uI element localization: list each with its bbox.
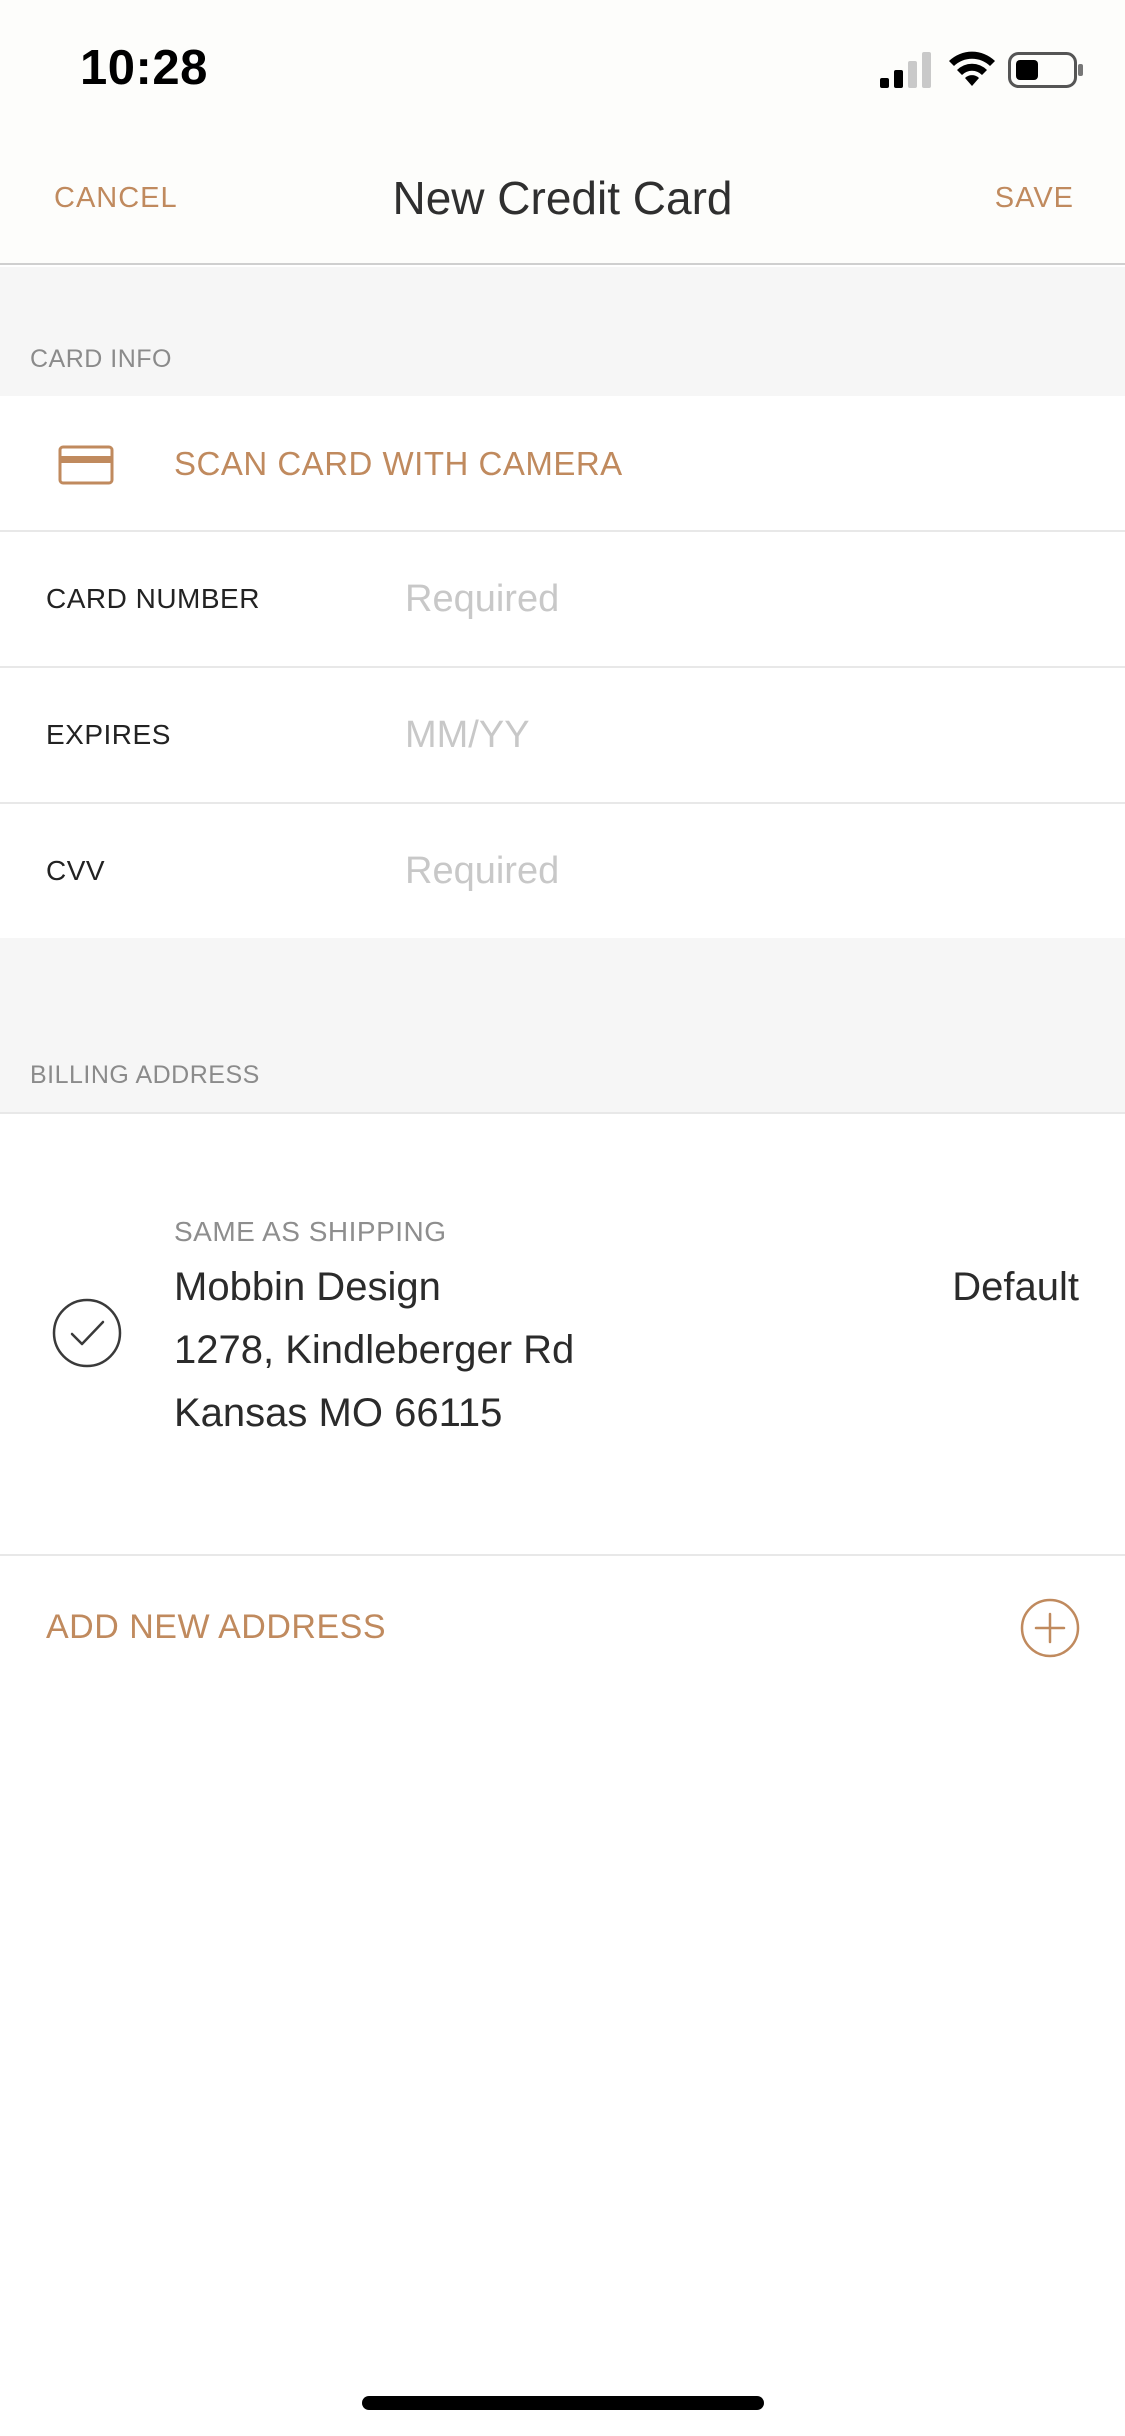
billing-address-label: BILLING ADDRESS bbox=[30, 1061, 260, 1089]
plus-circle-icon[interactable] bbox=[1020, 1598, 1080, 1658]
checkmark-circle-icon[interactable] bbox=[52, 1298, 122, 1368]
save-button[interactable]: SAVE bbox=[995, 132, 1074, 265]
expires-label: EXPIRES bbox=[46, 719, 171, 750]
add-new-address-button[interactable]: ADD NEW ADDRESS bbox=[46, 1556, 386, 1698]
credit-card-icon bbox=[58, 445, 114, 485]
card-number-input[interactable] bbox=[405, 532, 1085, 666]
same-as-shipping-label: SAME AS SHIPPING bbox=[174, 1216, 447, 1247]
cancel-button[interactable]: CANCEL bbox=[54, 132, 178, 265]
wifi-icon bbox=[949, 51, 995, 86]
scan-card-button[interactable]: SCAN CARD WITH CAMERA bbox=[174, 396, 623, 532]
billing-section-header: BILLING ADDRESS bbox=[0, 938, 1125, 1112]
new-credit-card-screen: 10:28 CANCEL New Credit Card SAVE CARD I… bbox=[0, 0, 1125, 2436]
default-badge: Default bbox=[952, 1265, 1079, 1309]
home-indicator[interactable] bbox=[362, 2396, 764, 2410]
status-time: 10:28 bbox=[80, 41, 208, 95]
card-info-section-header: CARD INFO bbox=[0, 267, 1125, 396]
card-info-label: CARD INFO bbox=[30, 345, 172, 373]
signal-icon bbox=[880, 52, 931, 88]
address-name: Mobbin Design bbox=[174, 1265, 441, 1309]
address-city: Kansas MO 66115 bbox=[174, 1391, 503, 1435]
expires-input[interactable] bbox=[405, 668, 1085, 802]
status-bar: 10:28 bbox=[0, 0, 1125, 132]
cvv-input[interactable] bbox=[405, 804, 1085, 938]
address-street: 1278, Kindleberger Rd bbox=[174, 1328, 575, 1372]
cvv-label: CVV bbox=[46, 855, 106, 886]
battery-icon bbox=[1008, 52, 1083, 88]
card-number-label: CARD NUMBER bbox=[46, 583, 260, 614]
nav-bar: CANCEL New Credit Card SAVE bbox=[0, 132, 1125, 265]
